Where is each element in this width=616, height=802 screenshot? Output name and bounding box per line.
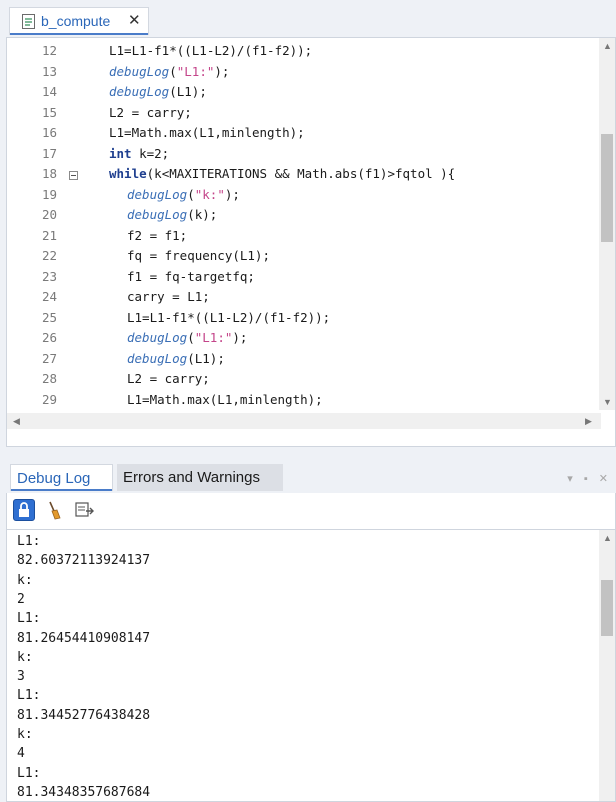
code-token: L2 = carry; [127, 371, 210, 386]
log-line: k: [17, 572, 33, 588]
code-token: debugLog [127, 350, 188, 366]
broom-clear-icon[interactable] [43, 499, 65, 521]
log-line: 81.26454410908147 [17, 630, 151, 646]
code-token: while [109, 166, 147, 181]
log-scroll-thumb[interactable] [601, 580, 613, 636]
code-line: L2 = carry; [109, 103, 192, 123]
code-token: ( [187, 186, 195, 202]
code-token: ); [224, 186, 240, 202]
code-line: debugLog(L1); [109, 82, 207, 102]
code-line: f1 = fq-targetfq; [127, 267, 255, 287]
export-icon[interactable] [73, 499, 95, 521]
code-line: L1=L1-f1*((L1-L2)/(f1-f2)); [127, 308, 330, 328]
code-line: carry = L1; [127, 287, 210, 307]
code-line: debugLog("L1:"); [127, 328, 247, 348]
code-line: L1=L1-f1*((L1-L2)/(f1-f2)); [109, 41, 312, 61]
scroll-left-icon[interactable]: ◀ [13, 416, 20, 427]
code-line: L2 = carry; [127, 369, 210, 389]
code-editor[interactable]: 12 13 14 15 16 17 18 19 20 21 22 23 24 25 26 27 28 29 L1=… [6, 37, 616, 447]
code-line: debugLog(L1); [127, 349, 225, 369]
code-token: (k); [187, 207, 218, 222]
active-tab-indicator [10, 33, 148, 35]
panel-tab-bar: Debug Log Errors and Warnings ▾ ▪ ✕ [6, 457, 616, 492]
code-line: debugLog("L1:"); [109, 62, 229, 82]
code-token: ( [169, 63, 177, 79]
editor-scroll-thumb[interactable] [601, 134, 613, 242]
file-tab[interactable]: b_compute ✕ [9, 7, 149, 35]
code-token: ( [187, 330, 195, 345]
log-scroll-up-icon[interactable]: ▲ [603, 533, 612, 543]
code-area[interactable]: L1=L1-f1*((L1-L2)/(f1-f2)); debugLog("L1:… [7, 38, 601, 410]
code-token: debugLog [109, 84, 170, 99]
code-token: L1=Math.max(L1,minlength); [127, 391, 323, 407]
code-token: ); [232, 330, 248, 345]
code-line: debugLog(k); [127, 205, 217, 225]
code-token: "L1:" [194, 330, 233, 345]
editor-horizontal-scrollbar[interactable]: ◀ ▶ [7, 413, 601, 429]
code-token: debugLog [127, 330, 188, 345]
code-token: fq = frequency(L1); [127, 248, 270, 263]
code-token: L1=Math.max(L1,minlength); [109, 125, 305, 140]
code-token: (L1); [169, 84, 207, 99]
log-vertical-scrollbar[interactable]: ▲ [599, 530, 615, 801]
log-line: L1: [17, 534, 41, 549]
code-token: (L1); [187, 350, 225, 366]
log-line: k: [17, 727, 33, 742]
editor-tab-bar: b_compute ✕ [0, 0, 616, 37]
code-token: L2 = carry; [109, 104, 192, 120]
log-line: L1: [17, 688, 41, 704]
code-token: debugLog [109, 63, 170, 79]
log-line: 3 [17, 669, 25, 685]
scroll-up-icon[interactable]: ▲ [603, 41, 612, 51]
tab-debug-log[interactable]: Debug Log [10, 464, 113, 491]
code-line: L1=Math.max(L1,minlength); [109, 123, 305, 143]
log-line: 81.34452776438428 [17, 707, 151, 723]
log-line: 4 [17, 746, 25, 762]
code-line: fq = frequency(L1); [127, 246, 270, 266]
log-line: 82.60372113924137 [17, 553, 151, 569]
code-line: while(k<MAXITERATIONS && Math.abs(f1)>fq… [109, 164, 455, 184]
scroll-right-icon[interactable]: ▶ [585, 416, 592, 427]
code-token: ); [214, 63, 230, 79]
scroll-down-icon[interactable]: ▼ [603, 397, 612, 407]
log-line: 2 [17, 591, 25, 607]
code-token: "k:" [194, 186, 225, 202]
code-token: f2 = f1; [127, 227, 188, 243]
code-token: "L1:" [176, 63, 215, 79]
file-tab-label: b_compute [41, 13, 111, 29]
code-token: L1=L1-f1*((L1-L2)/(f1-f2)); [127, 309, 331, 325]
editor-vertical-scrollbar[interactable]: ▲ ▼ [599, 38, 615, 410]
log-line: 81.34348357687684 [17, 784, 151, 800]
close-tab-icon[interactable]: ✕ [128, 11, 141, 29]
lock-icon[interactable] [13, 499, 35, 521]
file-code-icon [22, 14, 35, 29]
code-line: f2 = f1; [127, 226, 187, 246]
panel-window-controls[interactable]: ▾ ▪ ✕ [567, 472, 612, 485]
log-line: L1: [17, 765, 41, 781]
debug-toolbar [6, 493, 616, 529]
code-token: f1 = fq-targetfq; [127, 268, 255, 284]
log-line: L1: [17, 611, 41, 627]
code-token: debugLog [127, 186, 188, 202]
tab-errors-and-warnings[interactable]: Errors and Warnings [117, 464, 283, 491]
code-token: L1=L1-f1*((L1-L2)/(f1-f2)); [109, 43, 313, 58]
debug-log-output[interactable]: ▲ L1: 82.60372113924137 k: 2 L1: 81.264544109… [6, 529, 616, 802]
code-line: debugLog("k:"); [127, 185, 240, 205]
code-line: L1=Math.max(L1,minlength); [127, 390, 323, 410]
code-token: k=2; [131, 145, 170, 161]
code-token: debugLog [127, 207, 188, 222]
code-token: (k<MAXITERATIONS && Math.abs(f1)>fqtol )… [146, 166, 456, 181]
code-token: carry = L1; [127, 289, 210, 304]
code-line: int k=2; [109, 144, 169, 164]
code-token: int [109, 145, 132, 161]
log-line: k: [17, 649, 33, 665]
